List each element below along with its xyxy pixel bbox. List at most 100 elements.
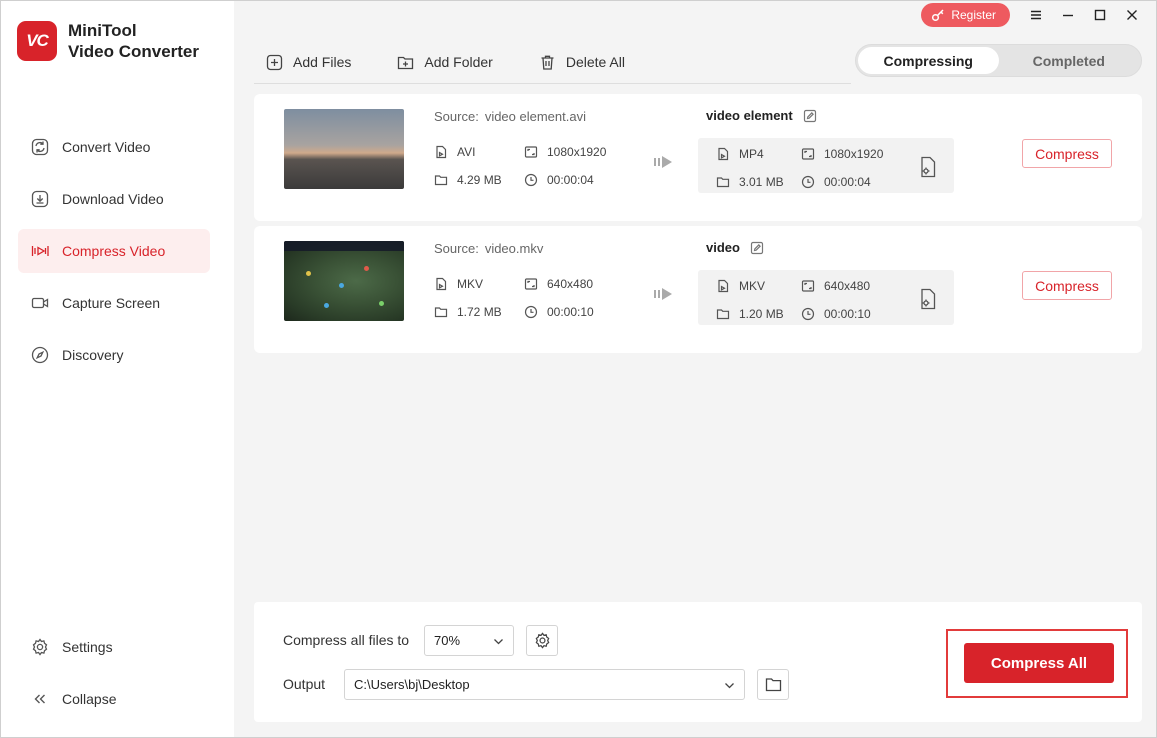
output-size: 3.01 MB [716,175,784,189]
sidebar-item-capture-screen[interactable]: Capture Screen [18,281,210,325]
source-filename: video.mkv [484,241,544,256]
add-files-button[interactable]: Add Files [266,51,351,73]
tab-compressing[interactable]: Compressing [858,47,999,74]
app-logo: VC MiniTool Video Converter [17,20,199,62]
clock-icon [524,173,538,187]
sidebar-item-convert-video[interactable]: Convert Video [18,125,210,169]
gear-icon [535,632,549,649]
menu-icon [1031,10,1041,20]
sidebar-item-collapse[interactable]: Collapse [18,677,210,721]
video-file-icon [436,277,447,291]
compress-ratio-label: Compress all files to [283,632,410,648]
output-size: 1.20 MB [716,307,784,321]
add-file-icon [266,54,283,70]
source-line: Source: video element.avi [434,109,586,124]
register-button[interactable]: Register [921,3,1010,27]
output-path-select[interactable]: C:\Users\bj\Desktop [344,669,745,700]
open-folder-button[interactable] [757,669,789,700]
sidebar-item-compress-video[interactable]: Compress Video [18,229,210,273]
sidebar-item-discovery[interactable]: Discovery [18,333,210,377]
toolbar: Add Files Add Folder Delete All [266,51,671,73]
tab-completed[interactable]: Completed [999,47,1140,74]
output-resolution: 640x480 [801,279,870,293]
video-file-icon [718,279,729,293]
gear-icon [32,638,48,656]
source-line: Source: video.mkv [434,241,544,256]
compass-icon [31,346,49,364]
resolution-icon [524,278,538,290]
file-card: Source: video element.avi AVI 1080x1920 4… [254,94,1142,221]
edit-icon[interactable] [803,109,817,123]
status-tabs: Compressing Completed [855,44,1142,77]
sidebar: VC MiniTool Video Converter Convert Vide… [1,1,234,737]
minimize-button[interactable] [1052,3,1084,27]
compress-settings-button[interactable] [526,625,558,656]
video-file-icon [718,147,729,161]
sidebar-bottom: Settings Collapse [18,625,210,729]
close-button[interactable] [1116,3,1148,27]
output-name: video element [706,108,817,123]
file-settings-icon[interactable] [918,156,938,178]
main-area: Register Add Files Add Folder Delete All… [234,1,1156,737]
add-folder-icon [398,56,414,69]
output-resolution: 1080x1920 [801,147,883,161]
source-size: 1.72 MB [434,305,502,319]
output-duration: 00:00:04 [801,175,871,189]
video-thumbnail[interactable] [284,241,404,321]
video-thumbnail[interactable] [284,109,404,189]
resolution-icon [801,148,815,160]
compress-all-button[interactable]: Compress All [964,643,1114,683]
folder-icon [765,678,781,692]
folder-icon [716,177,730,188]
convert-arrow-icon [654,156,672,168]
source-format: MKV [434,277,483,291]
logo-mark: VC [17,21,57,61]
file-card: Source: video.mkv MKV 640x480 1.72 MB 00:… [254,226,1142,353]
output-label: Output [283,676,326,692]
clock-icon [524,305,538,319]
compress-button[interactable]: Compress [1022,271,1112,300]
app-title: MiniTool Video Converter [68,21,200,61]
source-size: 4.29 MB [434,173,502,187]
folder-icon [434,175,448,186]
output-settings-box: MP4 1080x1920 3.01 MB 00:00:04 [698,138,954,193]
maximize-button[interactable] [1084,3,1116,27]
source-resolution: 640x480 [524,277,593,291]
chevron-down-icon [725,682,734,688]
edit-icon[interactable] [750,241,764,255]
folder-icon [716,309,730,320]
video-file-icon [436,145,447,159]
output-format: MKV [716,279,765,293]
output-duration: 00:00:10 [801,307,871,321]
compress-ratio-select[interactable]: 70% [424,625,514,656]
source-filename: video element.avi [484,109,586,124]
close-icon [1127,10,1137,20]
chevron-down-icon [494,638,503,644]
camera-icon [31,297,49,309]
delete-all-button[interactable]: Delete All [539,51,625,73]
sidebar-item-settings[interactable]: Settings [18,625,210,669]
minimize-icon [1063,14,1073,17]
sidebar-item-download-video[interactable]: Download Video [18,177,210,221]
double-chevron-left-icon [34,694,45,704]
file-settings-icon[interactable] [918,288,938,310]
resolution-icon [524,146,538,158]
compress-icon [31,246,49,256]
main-nav: Convert Video Download Video Compress Vi… [18,125,210,385]
source-duration: 00:00:04 [524,173,594,187]
menu-button[interactable] [1020,3,1052,27]
download-icon [31,190,49,208]
add-folder-button[interactable]: Add Folder [397,51,493,73]
output-format: MP4 [716,147,764,161]
toolbar-divider [254,83,851,84]
window-controls: Register [921,3,1148,27]
output-settings-box: MKV 640x480 1.20 MB 00:00:10 [698,270,954,325]
clock-icon [801,307,815,321]
compress-button[interactable]: Compress [1022,139,1112,168]
folder-icon [434,307,448,318]
convert-arrow-icon [654,288,672,300]
output-name: video [706,240,764,255]
key-icon [932,9,944,22]
compress-settings-panel: Compress all files to 70% Output C:\User… [254,602,1142,722]
source-resolution: 1080x1920 [524,145,606,159]
